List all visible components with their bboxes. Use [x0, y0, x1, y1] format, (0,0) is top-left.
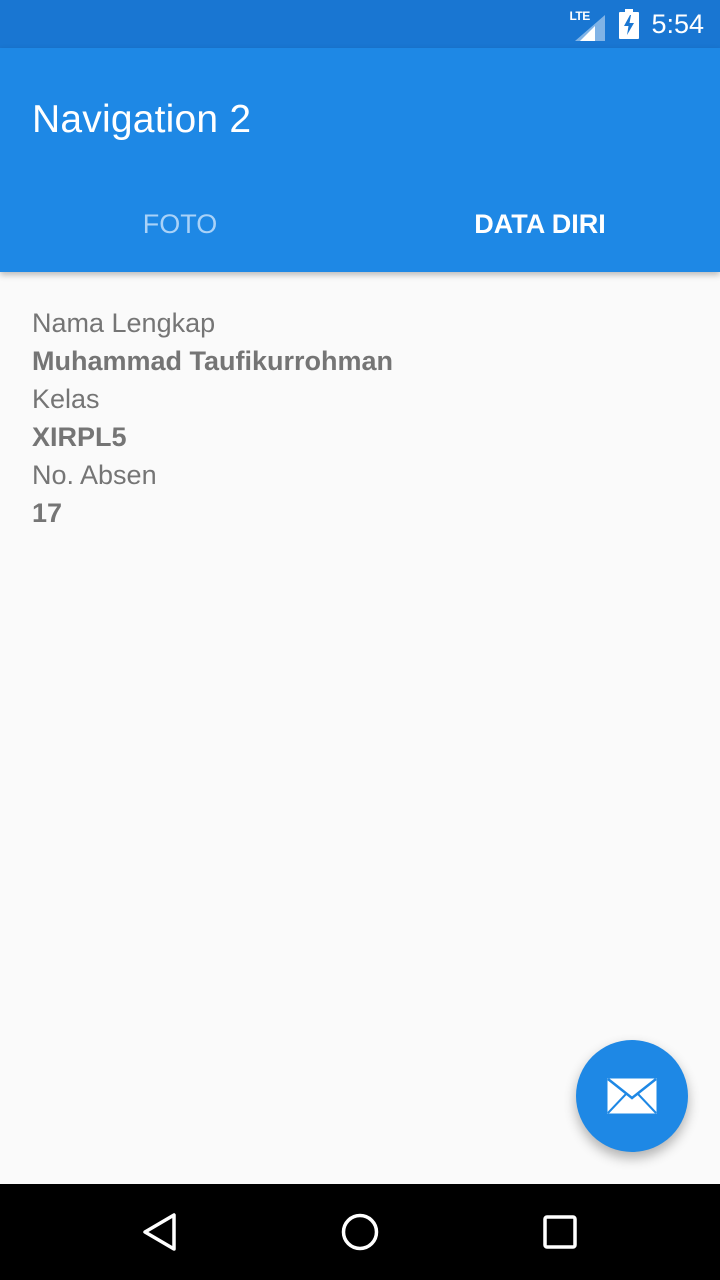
back-button[interactable] [100, 1184, 220, 1280]
profile-details: Nama Lengkap Muhammad Taufikurrohman Kel… [32, 304, 692, 532]
app-bar: Navigation 2 FOTO DATA DIRI [0, 48, 720, 272]
name-value: Muhammad Taufikurrohman [32, 346, 394, 376]
status-icons: LTE 5:54 [569, 0, 704, 48]
battery-charging-icon [619, 9, 640, 39]
status-bar: LTE 5:54 [0, 0, 720, 48]
recents-button[interactable] [500, 1184, 620, 1280]
class-label: Kelas [32, 384, 100, 414]
lte-signal-icon: LTE [569, 9, 607, 41]
system-nav-bar [0, 1184, 720, 1280]
number-value: 17 [32, 498, 63, 528]
home-icon [341, 1213, 379, 1251]
back-icon [143, 1213, 176, 1251]
tab-data-diri[interactable]: DATA DIRI [360, 176, 720, 272]
mail-icon [607, 1078, 657, 1114]
name-label: Nama Lengkap [32, 308, 216, 338]
number-label: No. Absen [32, 460, 157, 490]
class-value: XIRPL5 [32, 422, 127, 452]
home-button[interactable] [300, 1184, 420, 1280]
tab-bar: FOTO DATA DIRI [0, 176, 720, 272]
status-time: 5:54 [651, 8, 704, 39]
tab-foto[interactable]: FOTO [0, 176, 360, 272]
email-fab-button[interactable] [576, 1040, 688, 1152]
recents-icon [543, 1215, 577, 1249]
app-title: Navigation 2 [32, 98, 252, 141]
